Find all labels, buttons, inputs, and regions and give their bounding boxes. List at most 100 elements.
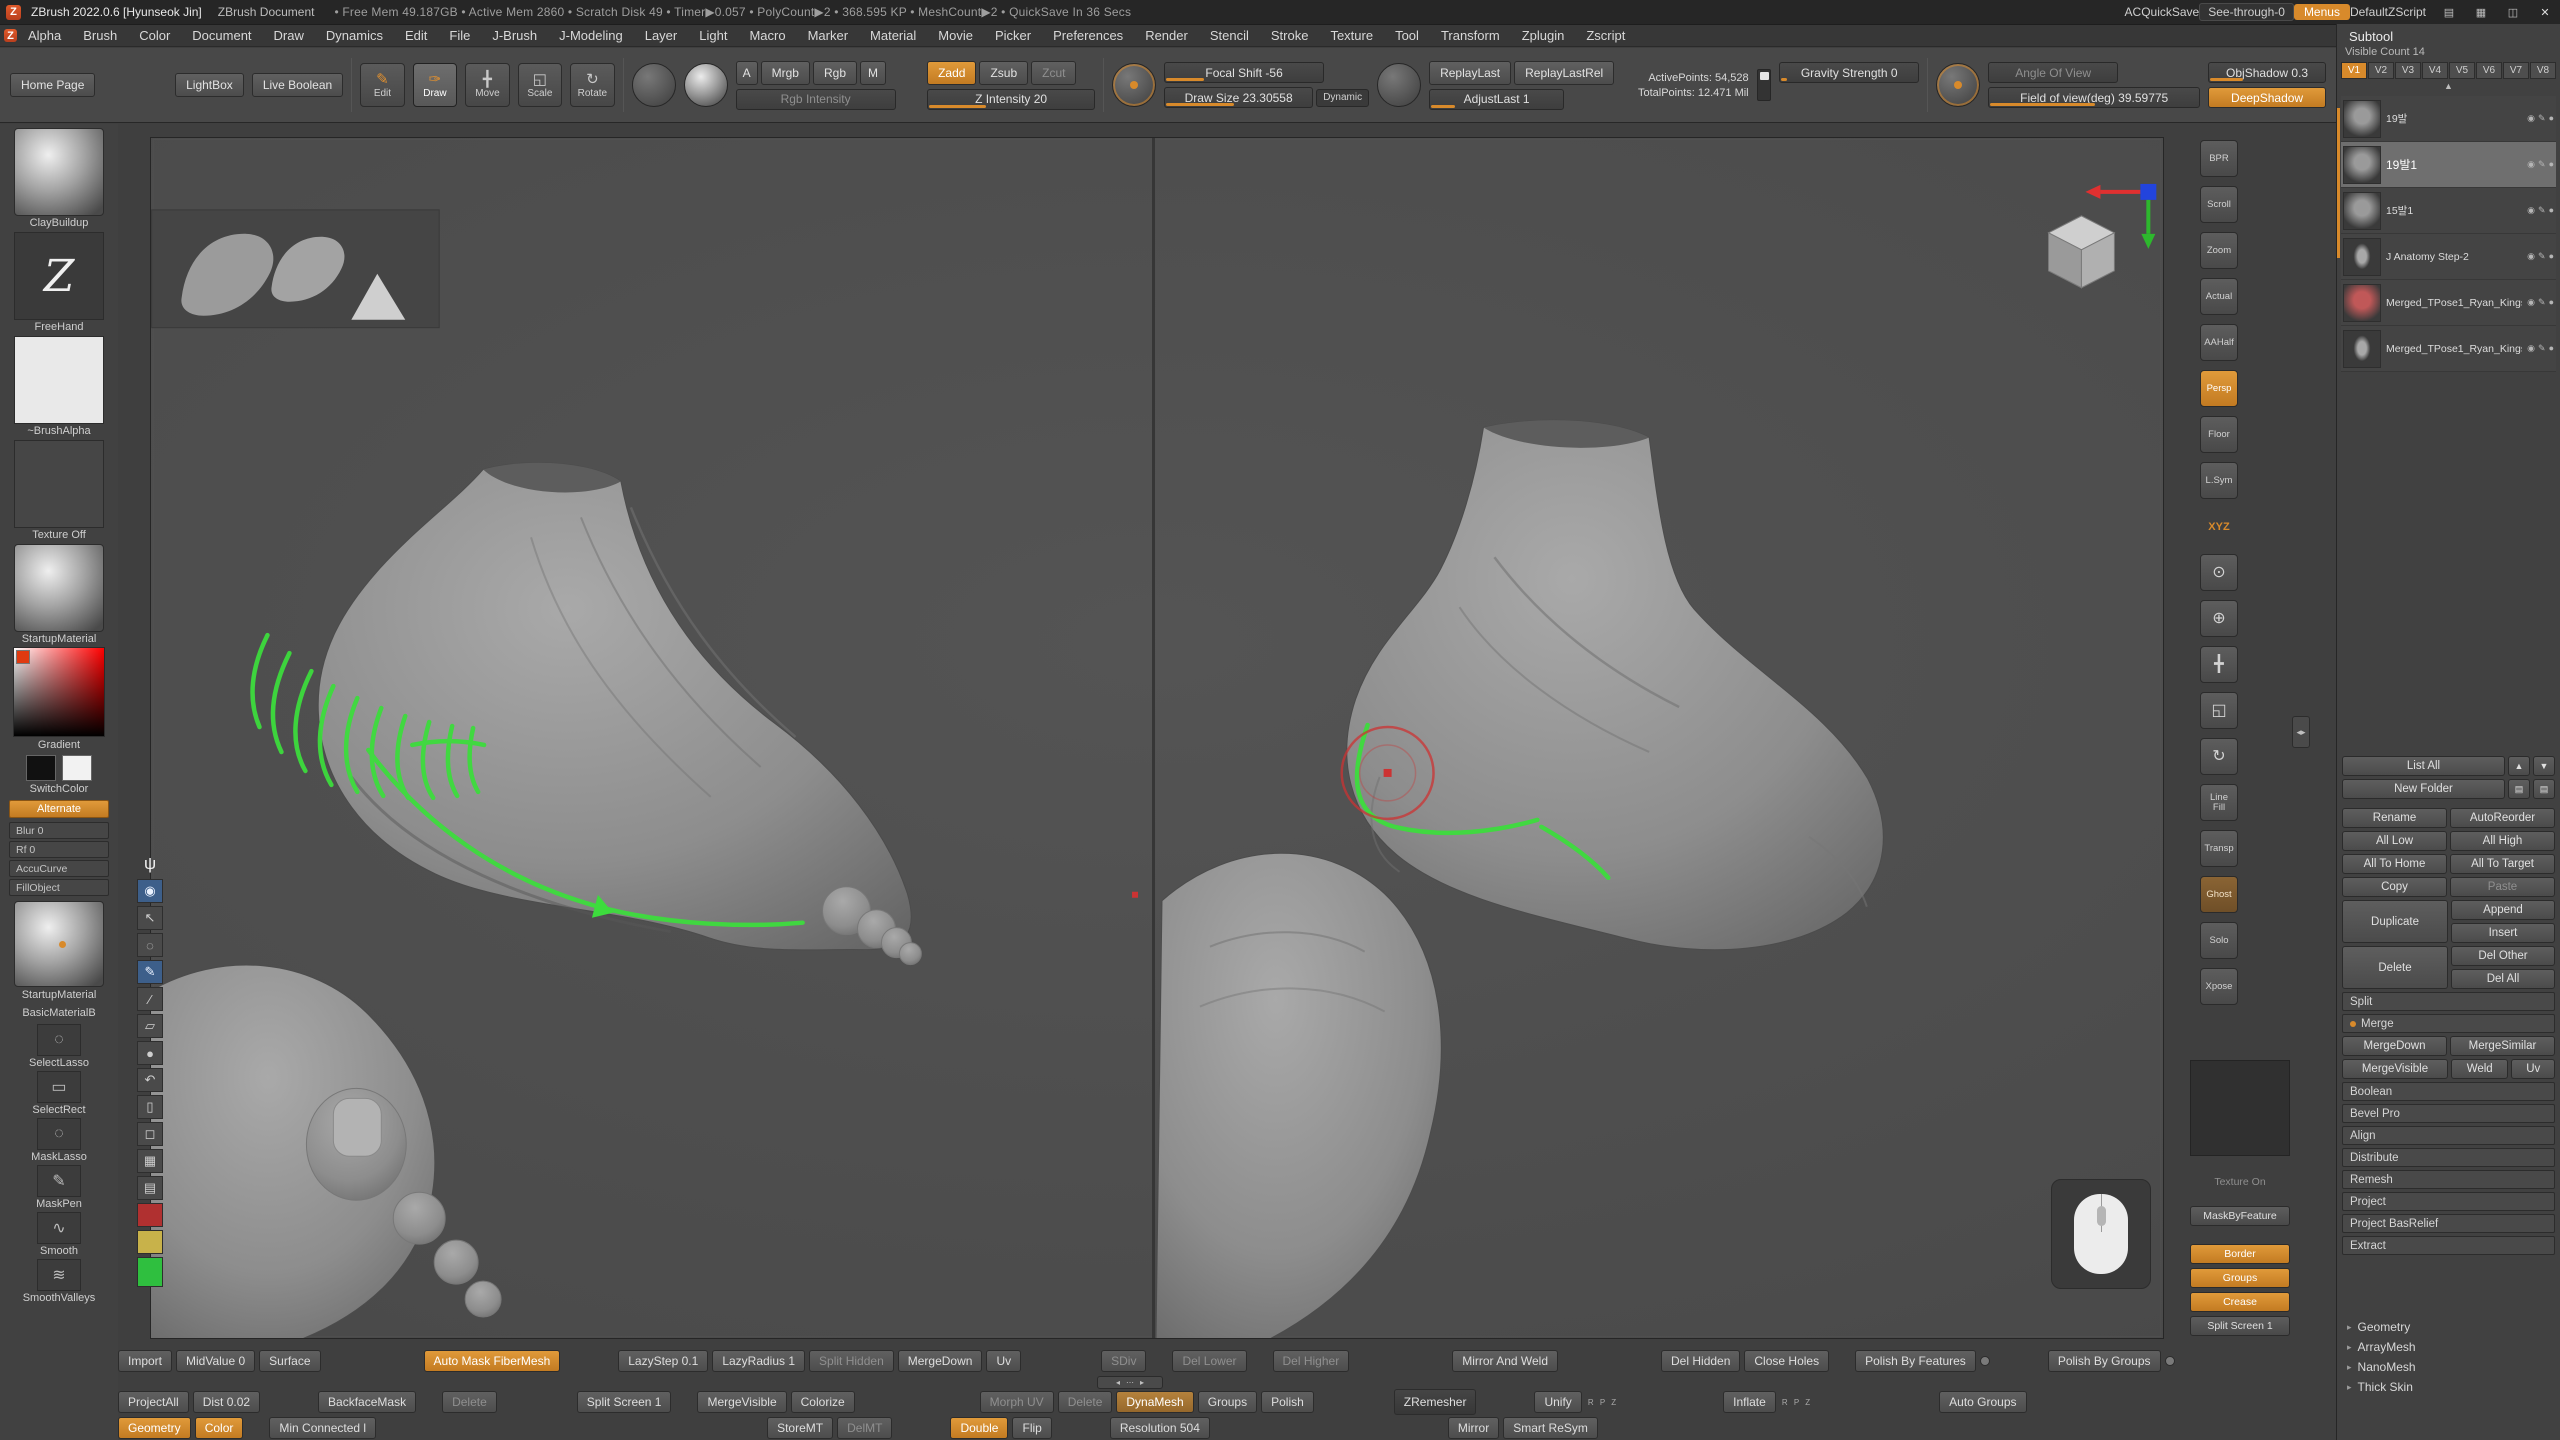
aahalf-button[interactable]: AAHalf [2200,324,2238,361]
visibility-eye-icon[interactable]: ◉ [2527,205,2535,216]
alternate-button[interactable]: Alternate [9,800,109,818]
bottom-button[interactable]: Mirror And Weld [1452,1350,1558,1372]
bottom-button[interactable] [1833,1350,1851,1372]
viewport-3d[interactable] [151,138,2163,1338]
undo-icon[interactable]: ↶ [137,1068,163,1092]
main-color-swatch[interactable] [26,755,56,781]
paste-button[interactable]: Paste [2450,877,2555,897]
panel-toggle-icon[interactable]: ◫ [2504,5,2522,19]
menu-item[interactable]: Color [128,28,181,43]
menu-item[interactable]: Light [688,28,738,43]
bottom-button[interactable] [1214,1417,1444,1439]
transparency-button[interactable]: Transp [2200,830,2238,867]
align-section[interactable]: Align [2342,1126,2555,1145]
canvas-thumbnails[interactable] [152,210,440,328]
menu-item[interactable]: Zscript [1575,28,1636,43]
panel-resize-handle[interactable]: ◂▸ [2292,716,2310,748]
menu-item[interactable]: Material [859,28,927,43]
gravity-strength-slider[interactable]: Gravity Strength 0 [1779,62,1919,83]
xyz-axis-button[interactable]: XYZ [2200,508,2238,545]
layout-icon[interactable]: ▤ [2440,5,2458,19]
menu-item[interactable]: Layer [634,28,689,43]
see-through-0[interactable]: See-through-0 [2199,3,2294,21]
lightbox-button[interactable]: LightBox [175,73,244,97]
menu-item[interactable]: J-Modeling [548,28,634,43]
palette-small-button[interactable]: AccuCurve [9,860,109,877]
insert-button[interactable]: Insert [2451,923,2555,943]
bottom-button[interactable]: Flip [1012,1417,1051,1439]
all-low-button[interactable]: All Low [2342,831,2447,851]
bottom-divider-handle[interactable]: ◂⋯▸ [1097,1376,1163,1389]
zsub-button[interactable]: Zsub [979,61,1028,85]
bottom-button[interactable] [1994,1350,2044,1372]
bottom-button[interactable] [247,1417,265,1439]
bottom-left-foot-model[interactable] [151,965,501,1338]
all-high-button[interactable]: All High [2450,831,2555,851]
mask-by-feature-button[interactable]: MaskByFeature [2190,1206,2290,1226]
all-to-home-button[interactable]: All To Home [2342,854,2447,874]
gravity-direction-widget[interactable] [1757,69,1772,101]
alpha-brushalpha[interactable]: ~BrushAlpha [14,336,104,437]
bottom-button[interactable]: Import [118,1350,172,1372]
zadd-button[interactable]: Zadd [927,61,976,85]
edit-button[interactable]: ✎Edit [360,63,404,107]
texture-off[interactable]: Texture Off [14,440,104,541]
texture-thumbnail[interactable] [2190,1060,2290,1156]
ac[interactable]: AC [2125,5,2142,19]
bottom-button[interactable]: Morph UV [980,1391,1054,1413]
bottom-button[interactable]: Delete [1058,1391,1113,1413]
bottom-button[interactable]: Polish By Features [1855,1350,1976,1372]
quicksave[interactable]: QuickSave [2141,5,2199,19]
smooth[interactable]: ∿ Smooth [37,1212,81,1257]
subtool-version-tab[interactable]: V7 [2503,62,2529,79]
eraser-icon[interactable]: ▱ [137,1014,163,1038]
palette-link[interactable]: ▸ ArrayMesh [2347,1340,2554,1354]
bottom-button[interactable] [420,1391,438,1413]
bottom-button[interactable] [1917,1391,1935,1413]
weld-button[interactable]: Weld [2451,1059,2508,1079]
mrgb-button[interactable]: Mrgb [761,61,810,85]
all-to-target-button[interactable]: All To Target [2450,854,2555,874]
pivot-icon[interactable]: ⊙ [2200,554,2238,591]
bottom-button[interactable]: Split Hidden [809,1350,894,1372]
split-section[interactable]: Split [2342,992,2555,1011]
boolean-section[interactable]: Boolean [2342,1082,2555,1101]
draw-button[interactable]: ✑Draw [413,63,457,107]
folder-up-icon[interactable]: ▤ [2508,779,2530,799]
list-scroll-up[interactable]: ▲ [2337,79,2560,93]
material-startup[interactable]: StartupMaterial [14,544,104,645]
m-button[interactable]: M [860,61,886,85]
menus[interactable]: Menus [2294,4,2350,20]
bottom-button[interactable]: Uv [986,1350,1021,1372]
smooth-valleys[interactable]: ≋ SmoothValleys [23,1259,96,1304]
autoreorder-button[interactable]: AutoReorder [2450,808,2555,828]
subtool-version-tab[interactable]: V8 [2530,62,2556,79]
bottom-button[interactable]: Smart ReSym [1503,1417,1598,1439]
visibility-eye-icon[interactable]: ◉ [2527,159,2535,170]
menu-item[interactable]: Transform [1430,28,1511,43]
duplicate-button[interactable]: Duplicate [2342,900,2448,943]
bottom-button[interactable]: Auto Groups [1939,1391,2026,1413]
right-foot-model[interactable] [1347,420,1883,950]
subtool-version-tab[interactable]: V3 [2395,62,2421,79]
sculpt-toggle-icon[interactable]: ✎ [2538,343,2546,354]
scale-3d-icon[interactable]: ◱ [2200,692,2238,729]
bottom-button[interactable] [1818,1391,1913,1413]
subtool-row[interactable]: 19발1 ◉ ✎ ● [2341,142,2556,188]
bottom-button[interactable]: DelMT [837,1417,892,1439]
home-page-button[interactable]: Home Page [10,73,95,97]
brush-claybuildup[interactable]: ClayBuildup [14,128,104,229]
bottom-button[interactable] [1980,1356,1990,1366]
bottom-button[interactable]: Delete [442,1391,497,1413]
rotate-3d-icon[interactable]: ↻ [2200,738,2238,775]
bottom-button[interactable] [501,1391,551,1413]
sculpt-toggle-icon[interactable]: ✎ [2538,205,2546,216]
color-picker[interactable] [13,647,105,737]
line-fill-button[interactable]: Line Fill [2200,784,2238,821]
subtool-version-tab[interactable]: V6 [2476,62,2502,79]
menu-item[interactable]: Document [181,28,262,43]
bottom-button[interactable] [2165,1356,2175,1366]
draw-size-slider[interactable]: Draw Size 23.30558 [1164,87,1313,108]
visibility-eye-icon[interactable]: ◉ [137,879,163,903]
secondary-color-swatch[interactable] [62,755,92,781]
